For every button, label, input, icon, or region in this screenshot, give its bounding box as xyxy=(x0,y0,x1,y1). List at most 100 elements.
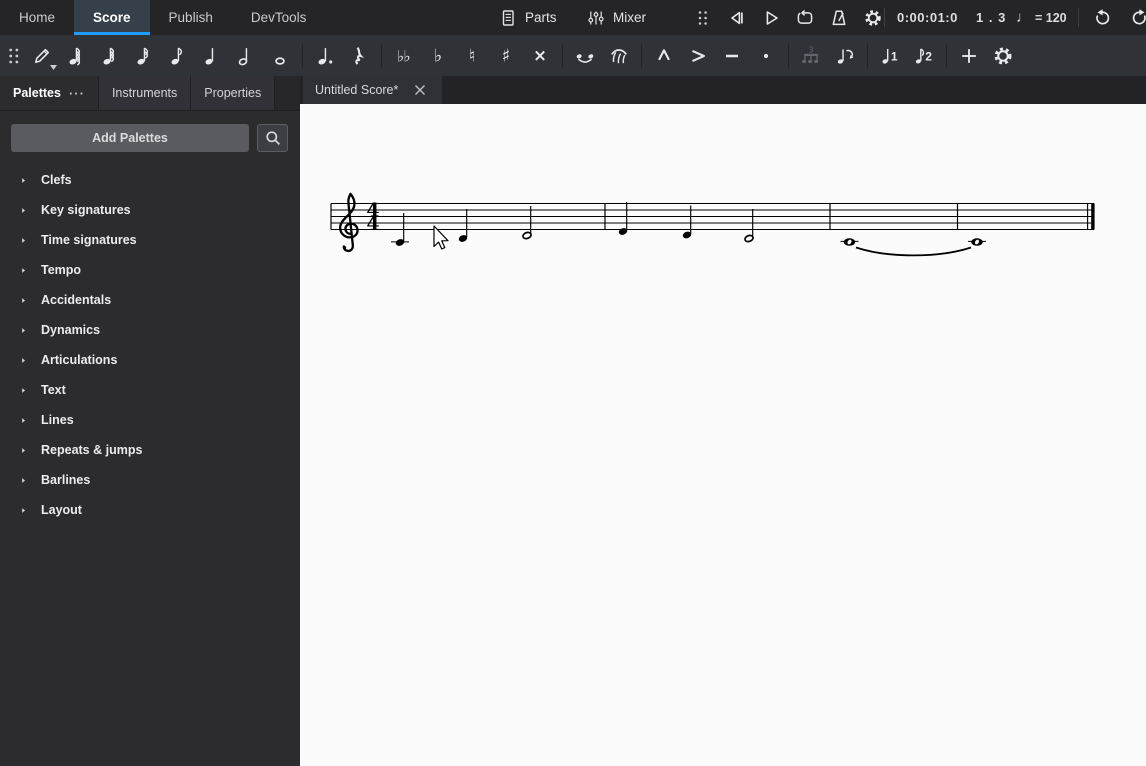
tuplet-icon: 3 xyxy=(800,45,822,67)
tie-button[interactable] xyxy=(568,39,602,73)
augmentation-dot-button[interactable] xyxy=(308,39,342,73)
palette-item-label: Layout xyxy=(41,503,82,517)
palette-item-articulations[interactable]: Articulations xyxy=(0,345,300,375)
play-button[interactable] xyxy=(754,4,788,32)
final-barline-thick[interactable] xyxy=(1091,203,1095,230)
caret-right-icon[interactable] xyxy=(19,296,41,305)
whole-note-button[interactable] xyxy=(263,39,297,73)
metronome-button[interactable] xyxy=(822,4,856,32)
eighth-note-button[interactable] xyxy=(161,39,195,73)
palette-item-time-signatures[interactable]: Time signatures xyxy=(0,225,300,255)
palette-list: Clefs Key signatures Time signatures Tempo A… xyxy=(0,165,300,525)
palette-item-accidentals[interactable]: Accidentals xyxy=(0,285,300,315)
marcato-button[interactable] xyxy=(647,39,681,73)
half-note-button[interactable] xyxy=(229,39,263,73)
whole-note[interactable] xyxy=(840,238,859,246)
16th-note-button[interactable] xyxy=(127,39,161,73)
flip-direction-button[interactable] xyxy=(828,39,862,73)
note-toolbar-drag-handle[interactable] xyxy=(3,39,25,73)
caret-right-icon[interactable] xyxy=(19,386,41,395)
caret-right-icon[interactable] xyxy=(19,266,41,275)
voice-2-button[interactable]: 2 xyxy=(907,39,941,73)
tab-properties[interactable]: Properties xyxy=(191,76,276,110)
tie-curve[interactable] xyxy=(855,246,972,257)
caret-right-icon[interactable] xyxy=(19,416,41,425)
tab-home[interactable]: Home xyxy=(0,0,74,35)
add-palettes-button[interactable]: Add Palettes xyxy=(11,124,249,152)
rewind-button[interactable] xyxy=(720,4,754,32)
palette-item-lines[interactable]: Lines xyxy=(0,405,300,435)
playback-drag-handle[interactable] xyxy=(686,1,720,35)
undo-button[interactable] xyxy=(1086,4,1118,32)
palettes-menu-dots-icon[interactable]: ··· xyxy=(69,86,85,101)
score-canvas[interactable]: 44 xyxy=(300,104,1146,766)
close-icon[interactable] xyxy=(410,80,430,100)
double-sharp-button[interactable]: × xyxy=(523,39,557,73)
accent-button[interactable] xyxy=(681,39,715,73)
palette-item-label: Tempo xyxy=(41,263,82,277)
32nd-note-button[interactable] xyxy=(93,39,127,73)
palette-item-clefs[interactable]: Clefs xyxy=(0,165,300,195)
quarter-note[interactable] xyxy=(682,205,692,240)
note-input-button[interactable] xyxy=(25,39,59,73)
quarter-note[interactable] xyxy=(618,202,628,236)
doublesharp-icon: × xyxy=(529,45,551,67)
mixer-button[interactable]: Mixer xyxy=(580,4,652,32)
tab-score[interactable]: Score xyxy=(74,0,150,35)
caret-right-icon[interactable] xyxy=(19,506,41,515)
whole-note[interactable] xyxy=(968,238,986,246)
caret-right-icon[interactable] xyxy=(19,176,41,185)
gear-icon xyxy=(863,8,883,28)
loop-playback-button[interactable] xyxy=(788,4,822,32)
palette-item-tempo[interactable]: Tempo xyxy=(0,255,300,285)
search-palettes-button[interactable] xyxy=(257,124,288,152)
slur-icon xyxy=(608,45,630,67)
toolbar-separator xyxy=(381,43,382,68)
palette-item-label: Barlines xyxy=(41,473,91,487)
time-signature[interactable]: 44 xyxy=(366,199,379,235)
quarter-note[interactable] xyxy=(391,213,409,247)
svg-text:♯: ♯ xyxy=(502,46,511,66)
loop-icon xyxy=(795,8,815,28)
caret-right-icon[interactable] xyxy=(19,206,41,215)
quarter-note-button[interactable] xyxy=(195,39,229,73)
palette-item-key-signatures[interactable]: Key signatures xyxy=(0,195,300,225)
tab-devtools[interactable]: DevTools xyxy=(232,0,326,35)
toolbar-separator xyxy=(867,43,868,68)
palette-item-barlines[interactable]: Barlines xyxy=(0,465,300,495)
caret-right-icon[interactable] xyxy=(19,356,41,365)
caret-right-icon[interactable] xyxy=(19,446,41,455)
double-flat-button[interactable]: ♭ ♭ xyxy=(387,39,421,73)
caret-right-icon[interactable] xyxy=(19,476,41,485)
palette-item-label: Key signatures xyxy=(41,203,131,217)
staccato-button[interactable] xyxy=(749,39,783,73)
quarter-note[interactable] xyxy=(458,209,468,243)
tab-palettes[interactable]: Palettes ··· xyxy=(0,76,99,110)
customize-toolbar-button[interactable] xyxy=(986,39,1020,73)
64th-note-button[interactable] xyxy=(59,39,93,73)
tempo-display[interactable]: ♩ = 120 xyxy=(1016,10,1067,25)
sharp-button[interactable]: ♯ xyxy=(489,39,523,73)
caret-right-icon[interactable] xyxy=(19,326,41,335)
slur-button[interactable] xyxy=(602,39,636,73)
tab-publish[interactable]: Publish xyxy=(150,0,232,35)
palette-item-text[interactable]: Text xyxy=(0,375,300,405)
svg-text:♭: ♭ xyxy=(403,47,410,65)
palette-item-repeats-jumps[interactable]: Repeats & jumps xyxy=(0,435,300,465)
natural-button[interactable]: ♮ xyxy=(455,39,489,73)
parts-button[interactable]: Parts xyxy=(492,4,563,32)
add-item-button[interactable] xyxy=(952,39,986,73)
half-note[interactable] xyxy=(744,209,754,243)
treble-clef[interactable] xyxy=(338,192,359,253)
palette-item-layout[interactable]: Layout xyxy=(0,495,300,525)
rest-button[interactable] xyxy=(342,39,376,73)
flat-button[interactable]: ♭ xyxy=(421,39,455,73)
palette-item-dynamics[interactable]: Dynamics xyxy=(0,315,300,345)
tab-instruments[interactable]: Instruments xyxy=(98,76,192,110)
redo-button[interactable] xyxy=(1124,4,1146,32)
document-tab[interactable]: Untitled Score* xyxy=(303,76,443,104)
tenuto-button[interactable] xyxy=(715,39,749,73)
voice-1-button[interactable]: 1 xyxy=(873,39,907,73)
mixer-faders-icon xyxy=(586,8,606,28)
caret-right-icon[interactable] xyxy=(19,236,41,245)
